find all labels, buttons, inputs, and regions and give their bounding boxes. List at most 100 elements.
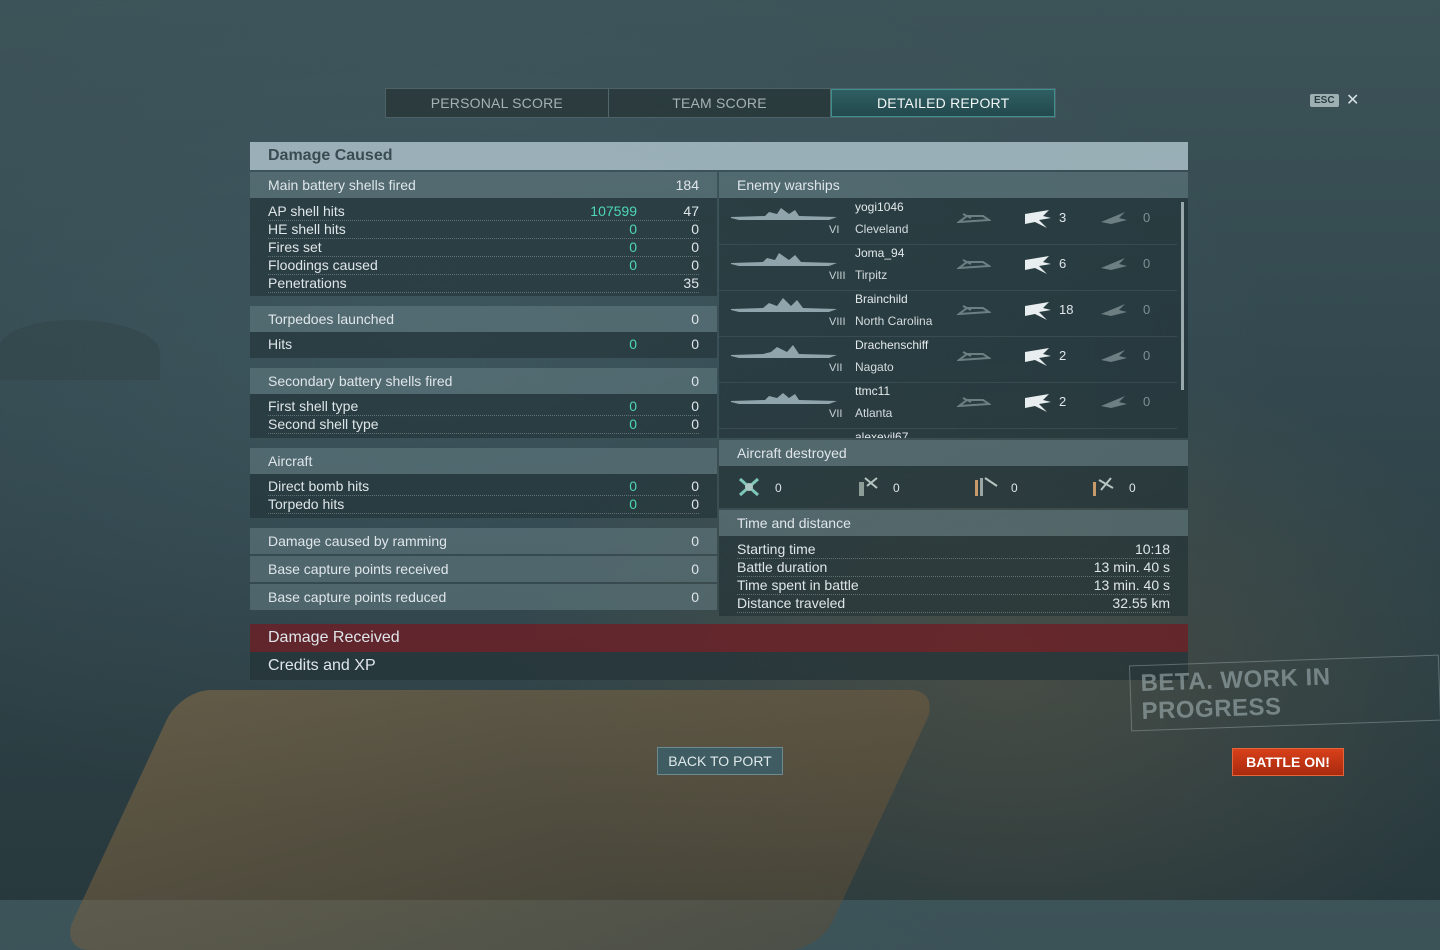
enemy-warships-list[interactable]: VI yogi1046 Cleveland 3 0 VIII Joma_94 T… xyxy=(719,198,1188,438)
ship-spotted-icon xyxy=(957,305,991,316)
stat-row: Battle duration 13 min. 40 s xyxy=(737,558,1170,577)
damage-caused-header[interactable]: Damage Caused xyxy=(250,142,1188,170)
aircraft-block: Direct bomb hits 0 0 Torpedo hits 0 0 xyxy=(250,474,717,518)
torpedo-bombers-destroyed-count: 0 xyxy=(893,481,900,495)
stat-row: AP shell hits 107599 47 xyxy=(268,202,699,221)
damage-caused-title: Damage Caused xyxy=(268,147,393,164)
plane-sunk-icon xyxy=(1101,350,1127,362)
ramming-label: Damage caused by ramming xyxy=(268,533,447,549)
time-distance-block: Starting time 10:18 Battle duration 13 m… xyxy=(719,536,1188,616)
stat-row: Distance traveled 32.55 km xyxy=(737,594,1170,613)
stat-label: Penetrations xyxy=(268,275,347,291)
fighter-icon xyxy=(739,477,759,497)
secondary-value: 0 xyxy=(691,373,699,389)
ship-tier: VII xyxy=(829,362,843,374)
stat-value: 35 xyxy=(683,275,699,291)
battle-on-button[interactable]: BATTLE ON! xyxy=(1232,748,1344,776)
stat-value: 0 xyxy=(691,336,699,352)
scrollbar[interactable] xyxy=(1181,202,1184,390)
stat-label: Fires set xyxy=(268,239,322,255)
stat-row: Direct bomb hits 0 0 xyxy=(268,477,699,496)
stat-value: 0 xyxy=(691,257,699,273)
ship-name: Cleveland xyxy=(855,222,909,236)
enemy-warships-title: Enemy warships xyxy=(737,177,840,193)
stat-row: First shell type 0 0 xyxy=(268,397,699,416)
esc-key-hint: ESC xyxy=(1310,94,1339,107)
stat-label: HE shell hits xyxy=(268,221,346,237)
enemy-ship-row[interactable]: alexeyil67 xyxy=(719,428,1177,438)
time-distance-bar: Time and distance xyxy=(719,510,1188,536)
stat-value: 13 min. 40 s xyxy=(1093,577,1170,593)
secondary-bar: Secondary battery shells fired 0 xyxy=(250,368,717,394)
plane-sunk-icon xyxy=(1101,258,1127,270)
ship-silhouette-icon xyxy=(731,393,837,404)
secondary-label: Secondary battery shells fired xyxy=(268,373,453,389)
dive-bomber-icon xyxy=(975,477,998,496)
ship-spotted-icon xyxy=(957,351,991,362)
time-distance-title: Time and distance xyxy=(737,515,851,531)
stat-value: 10:18 xyxy=(1134,541,1170,557)
close-icon[interactable]: ✕ xyxy=(1346,90,1359,110)
ship-silhouette-icon xyxy=(731,345,837,358)
stat-label: AP shell hits xyxy=(268,203,345,219)
enemy-ship-row[interactable]: VII ttmc11 Atlanta 2 0 xyxy=(719,382,1177,429)
tab-personal-score[interactable]: PERSONAL SCORE xyxy=(386,89,609,117)
ship-count-planes: 2 xyxy=(1059,394,1067,409)
stat-damage: 0 xyxy=(629,221,637,237)
stat-value: 0 xyxy=(691,398,699,414)
capture-reduced-label: Base capture points reduced xyxy=(268,589,447,605)
ship-count-sunk: 0 xyxy=(1143,256,1151,271)
aircraft-destroyed-title: Aircraft destroyed xyxy=(737,445,847,461)
stat-row: Second shell type 0 0 xyxy=(268,415,699,434)
stat-row: Fires set 0 0 xyxy=(268,238,699,257)
ship-count-sunk: 0 xyxy=(1143,210,1151,225)
ship-count-planes: 2 xyxy=(1059,348,1067,363)
torpedoes-block: Hits 0 0 xyxy=(250,332,717,358)
enemy-ship-row[interactable]: VIII Joma_94 Tirpitz 6 0 xyxy=(719,244,1177,291)
capture-received-bar: Base capture points received 0 xyxy=(250,556,717,582)
enemy-ship-row[interactable]: VI yogi1046 Cleveland 3 0 xyxy=(719,198,1177,245)
stat-row: HE shell hits 0 0 xyxy=(268,220,699,239)
stat-damage: 0 xyxy=(629,416,637,432)
secondary-block: First shell type 0 0 Second shell type 0… xyxy=(250,394,717,438)
enemy-ship-row[interactable]: VIII Brainchild North Carolina 18 0 xyxy=(719,290,1177,337)
capture-received-value: 0 xyxy=(691,561,699,577)
ramming-value: 0 xyxy=(691,533,699,549)
ship-name: North Carolina xyxy=(855,314,933,328)
ship-name: Atlanta xyxy=(855,406,893,420)
tab-detailed-report[interactable]: DETAILED REPORT xyxy=(831,89,1056,117)
spotter-plane-icon xyxy=(1093,477,1114,496)
tab-bar: PERSONAL SCORE TEAM SCORE DETAILED REPOR… xyxy=(385,88,1056,118)
beta-watermark: BETA. WORK IN PROGRESS xyxy=(1128,654,1440,732)
torpedoes-label: Torpedoes launched xyxy=(268,311,395,327)
ship-count-sunk: 0 xyxy=(1143,348,1151,363)
plane-damage-icon xyxy=(1025,210,1051,228)
player-name: ttmc11 xyxy=(855,384,891,398)
plane-sunk-icon xyxy=(1101,304,1127,316)
stat-label: Floodings caused xyxy=(268,257,378,273)
stat-damage: 0 xyxy=(629,496,637,512)
tab-team-score[interactable]: TEAM SCORE xyxy=(609,89,832,117)
plane-damage-icon xyxy=(1025,302,1051,320)
ship-count-sunk: 0 xyxy=(1143,302,1151,317)
stat-label: Direct bomb hits xyxy=(268,478,370,494)
player-name: yogi1046 xyxy=(855,200,904,214)
ship-tier: VIII xyxy=(829,270,846,282)
main-battery-block: AP shell hits 107599 47 HE shell hits 0 … xyxy=(250,198,717,296)
ship-name: Tirpitz xyxy=(855,268,888,282)
main-battery-bar: Main battery shells fired 184 xyxy=(250,172,717,198)
stat-row: Torpedo hits 0 0 xyxy=(268,495,699,514)
credits-xp-header[interactable]: Credits and XP xyxy=(250,652,1188,680)
ship-silhouette-icon xyxy=(731,298,837,312)
ship-tier: VIII xyxy=(829,316,846,328)
enemy-ship-row[interactable]: VII Drachenschiff Nagato 2 0 xyxy=(719,336,1177,383)
plane-damage-icon xyxy=(1025,394,1051,412)
stat-value: 0 xyxy=(691,221,699,237)
ramming-bar: Damage caused by ramming 0 xyxy=(250,528,717,554)
back-to-port-button[interactable]: BACK TO PORT xyxy=(657,747,783,775)
stat-label: Second shell type xyxy=(268,416,379,432)
capture-reduced-value: 0 xyxy=(691,589,699,605)
damage-received-header[interactable]: Damage Received xyxy=(250,624,1188,652)
ship-tier: VI xyxy=(829,224,840,236)
player-name: Drachenschiff xyxy=(855,338,929,352)
